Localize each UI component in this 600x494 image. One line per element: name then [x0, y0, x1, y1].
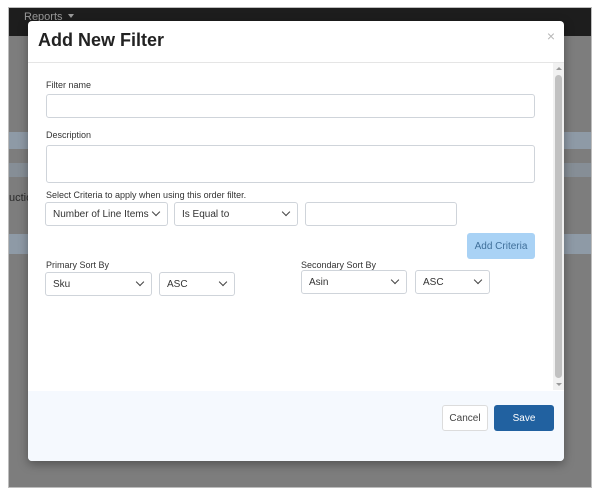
- criteria-operator-select[interactable]: Is Equal to: [174, 202, 298, 226]
- description-textarea[interactable]: [46, 145, 535, 183]
- primary-sort-field-select[interactable]: Sku: [45, 272, 152, 296]
- chevron-down-icon: [151, 207, 161, 217]
- chevron-down-icon: [281, 207, 291, 217]
- secondary-sort-order-select[interactable]: ASC: [415, 270, 490, 294]
- chevron-down-icon: [390, 275, 400, 285]
- filter-name-input[interactable]: [46, 94, 535, 118]
- scrollbar-thumb[interactable]: [555, 75, 562, 378]
- add-criteria-button[interactable]: Add Criteria: [467, 233, 535, 259]
- primary-sort-field-value: Sku: [53, 278, 71, 290]
- modal-body: Filter name Description Select Criteria …: [28, 63, 564, 390]
- save-button[interactable]: Save: [494, 405, 554, 431]
- modal-title: Add New Filter: [38, 30, 165, 50]
- chevron-down-icon: [218, 277, 228, 287]
- secondary-sort-label: Secondary Sort By: [301, 260, 377, 270]
- cancel-button[interactable]: Cancel: [442, 405, 488, 431]
- criteria-value-input[interactable]: [305, 202, 457, 226]
- criteria-label: Select Criteria to apply when using this…: [46, 190, 247, 200]
- description-label: Description: [46, 130, 92, 140]
- scroll-down-arrow[interactable]: [553, 379, 564, 390]
- secondary-sort-field-value: Asin: [309, 276, 329, 288]
- criteria-operator-value: Is Equal to: [182, 208, 230, 220]
- close-icon[interactable]: ×: [547, 29, 555, 43]
- primary-sort-order-value: ASC: [167, 278, 188, 290]
- primary-sort-label: Primary Sort By: [46, 260, 110, 270]
- add-filter-modal: Add New Filter × Filter name Description…: [28, 21, 564, 461]
- modal-scrollbar[interactable]: [553, 63, 564, 390]
- secondary-sort-field-select[interactable]: Asin: [301, 270, 407, 294]
- primary-sort-order-select[interactable]: ASC: [159, 272, 235, 296]
- chevron-down-icon: [135, 277, 145, 287]
- criteria-field-value: Number of Line Items: [53, 208, 149, 220]
- scroll-up-arrow[interactable]: [553, 63, 564, 74]
- secondary-sort-order-value: ASC: [423, 276, 444, 288]
- modal-header: Add New Filter ×: [28, 21, 564, 63]
- filter-name-label: Filter name: [46, 80, 92, 90]
- criteria-field-select[interactable]: Number of Line Items: [45, 202, 168, 226]
- modal-footer: Cancel Save: [28, 391, 564, 461]
- chevron-down-icon: [473, 275, 483, 285]
